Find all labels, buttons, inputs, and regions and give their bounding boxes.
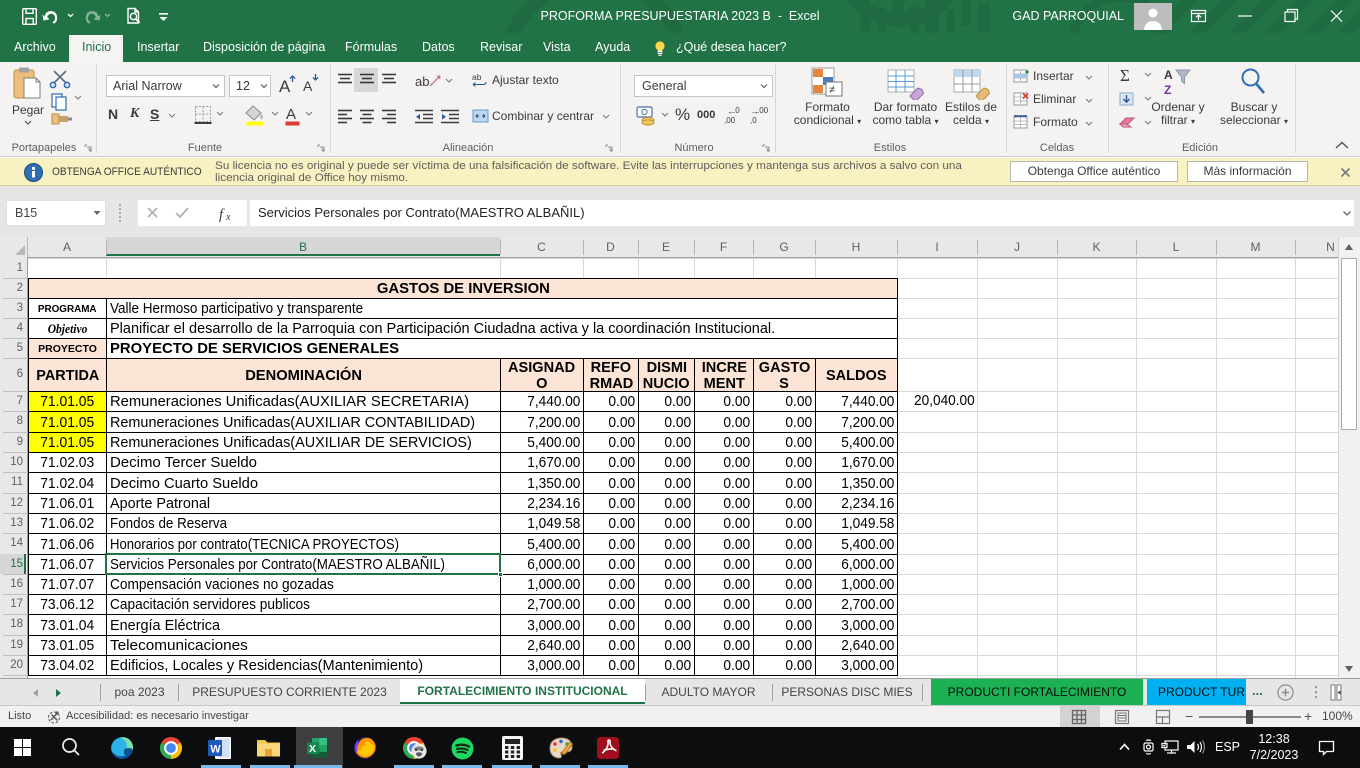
svg-text:ab: ab [415,74,429,89]
svg-text:A: A [286,106,296,123]
svg-text:A: A [279,77,291,96]
svg-text:A: A [303,78,313,94]
svg-text:W: W [210,744,221,756]
svg-text:.0: .0 [733,106,740,115]
svg-text:ab: ab [472,72,482,82]
svg-text:A: A [1164,68,1173,82]
svg-text:x: x [225,212,231,222]
svg-text:Z: Z [1164,83,1171,97]
svg-text:,00: ,00 [724,116,736,125]
svg-text:f: f [219,207,225,222]
svg-text:,0: ,0 [750,116,757,125]
svg-text:≠: ≠ [829,84,835,96]
svg-text:X: X [309,743,316,755]
svg-text:.00: .00 [757,106,768,115]
